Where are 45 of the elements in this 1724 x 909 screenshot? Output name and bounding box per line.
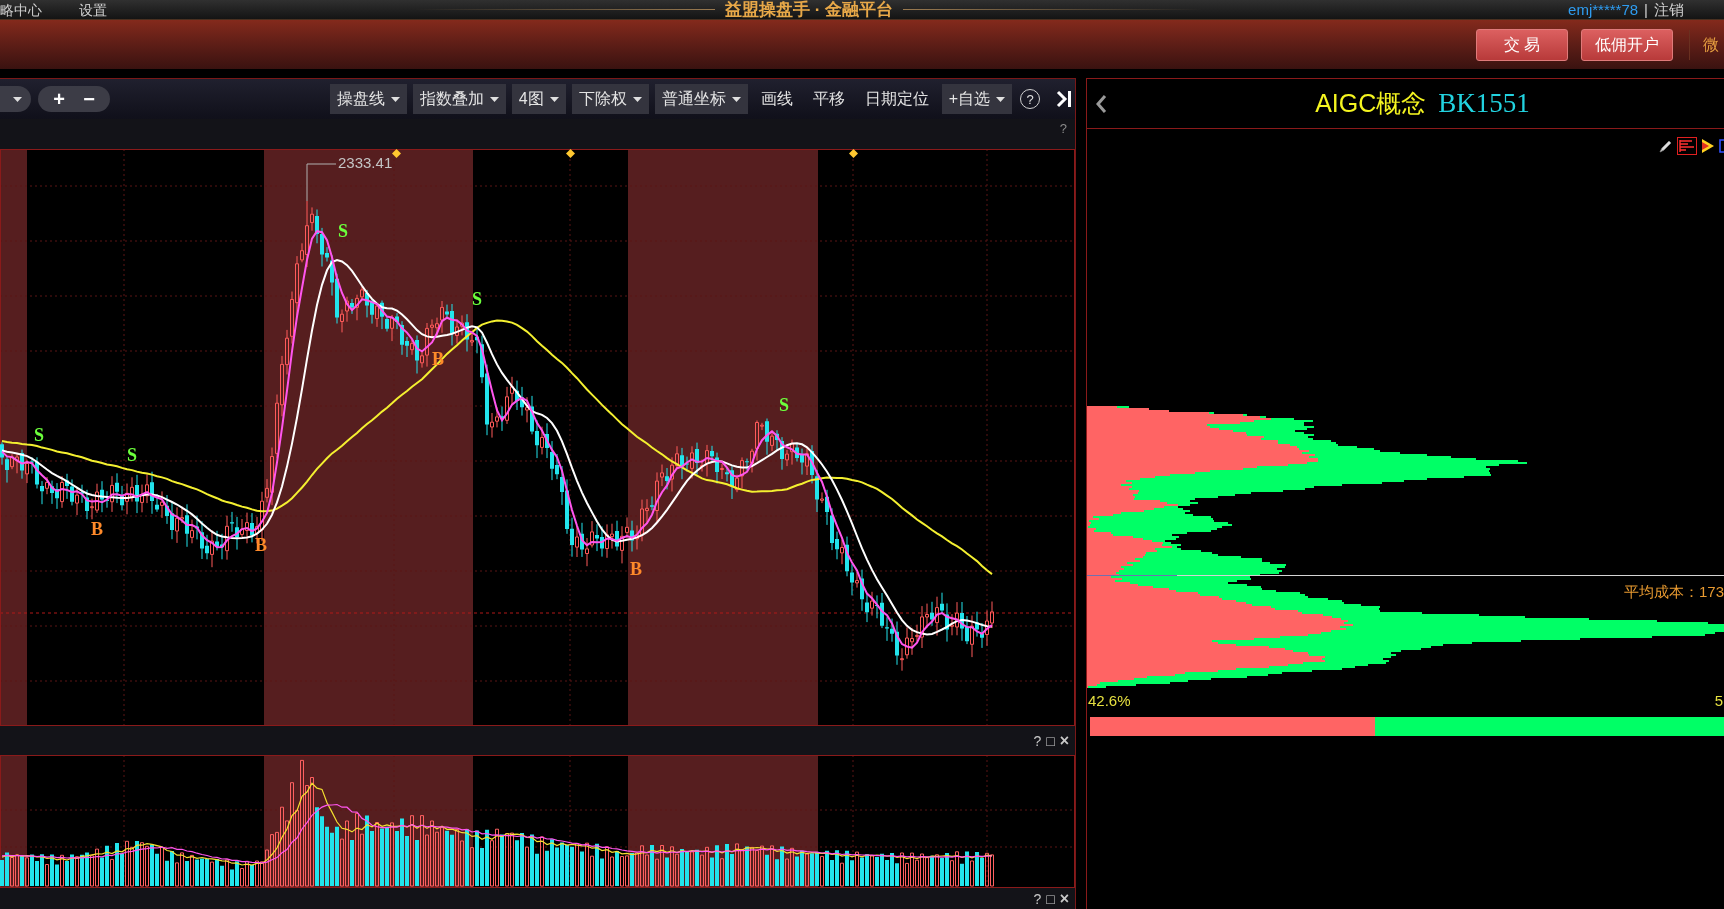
pencil-icon[interactable] <box>1659 139 1673 153</box>
caret-icon <box>489 96 499 102</box>
triangle-icon[interactable] <box>1701 138 1715 154</box>
pane-control-button[interactable]: ? <box>1033 733 1042 748</box>
caret-icon <box>996 96 1005 102</box>
zoom-button[interactable]: − <box>80 89 98 109</box>
menu-item[interactable]: 略中心 <box>0 2 42 17</box>
caret-icon <box>13 96 22 102</box>
pane-control-button[interactable]: □ <box>1046 891 1055 906</box>
logout-link[interactable]: 注销 <box>1654 2 1684 17</box>
toolbar-button[interactable]: 画线 <box>753 84 800 114</box>
header-button[interactable]: 低佣开户 <box>1581 28 1673 61</box>
collapse-icon[interactable] <box>1056 90 1072 108</box>
toolbar-button[interactable]: 日期定位 <box>857 84 936 114</box>
header-link[interactable]: 微 <box>1703 32 1719 57</box>
sector-name: AIGC概念 <box>1315 91 1427 116</box>
caret-icon <box>731 96 741 102</box>
header-button[interactable]: 交 易 <box>1476 28 1568 61</box>
pane-control-button[interactable]: × <box>1059 732 1069 749</box>
caret-icon <box>632 96 642 102</box>
caret-icon <box>390 96 400 102</box>
help-button[interactable]: ? <box>1059 122 1067 135</box>
toolbar-dropdown[interactable]: 指数叠加 <box>412 84 506 114</box>
menu-item[interactable]: 设置 <box>79 2 107 17</box>
username-text: emj*****78 <box>1568 2 1639 17</box>
pane-control-button[interactable]: □ <box>1046 733 1055 748</box>
toolbar-dropdown[interactable]: 下除权 <box>571 84 649 114</box>
chevron-left-icon[interactable] <box>1095 93 1107 114</box>
pane-control-button[interactable]: ? <box>1033 891 1042 906</box>
app-title: 益盟操盘手 · 金融平台 <box>725 1 894 18</box>
dropdown-button[interactable] <box>0 86 31 112</box>
toolbar-dropdown[interactable]: 操盘线 <box>329 84 407 114</box>
average-cost-label: 平均成本：173 <box>1623 584 1724 599</box>
toolbar-dropdown[interactable]: 普通坐标 <box>654 84 748 114</box>
toolbar-dropdown[interactable]: +自选 <box>941 84 1012 114</box>
toolbar-button[interactable]: 平移 <box>805 84 852 114</box>
bar-chart-icon[interactable] <box>1677 137 1697 155</box>
divider-text: | <box>1644 2 1648 17</box>
sector-code: BK1551 <box>1438 90 1530 117</box>
caret-icon <box>549 96 559 102</box>
toolbar-dropdown[interactable]: 4图 <box>511 84 566 114</box>
zoom-button[interactable]: + <box>50 89 68 109</box>
pane-control-button[interactable]: × <box>1059 890 1069 907</box>
percent-label: 42.6% <box>1088 692 1131 708</box>
percent-label: 5 <box>1714 692 1723 708</box>
